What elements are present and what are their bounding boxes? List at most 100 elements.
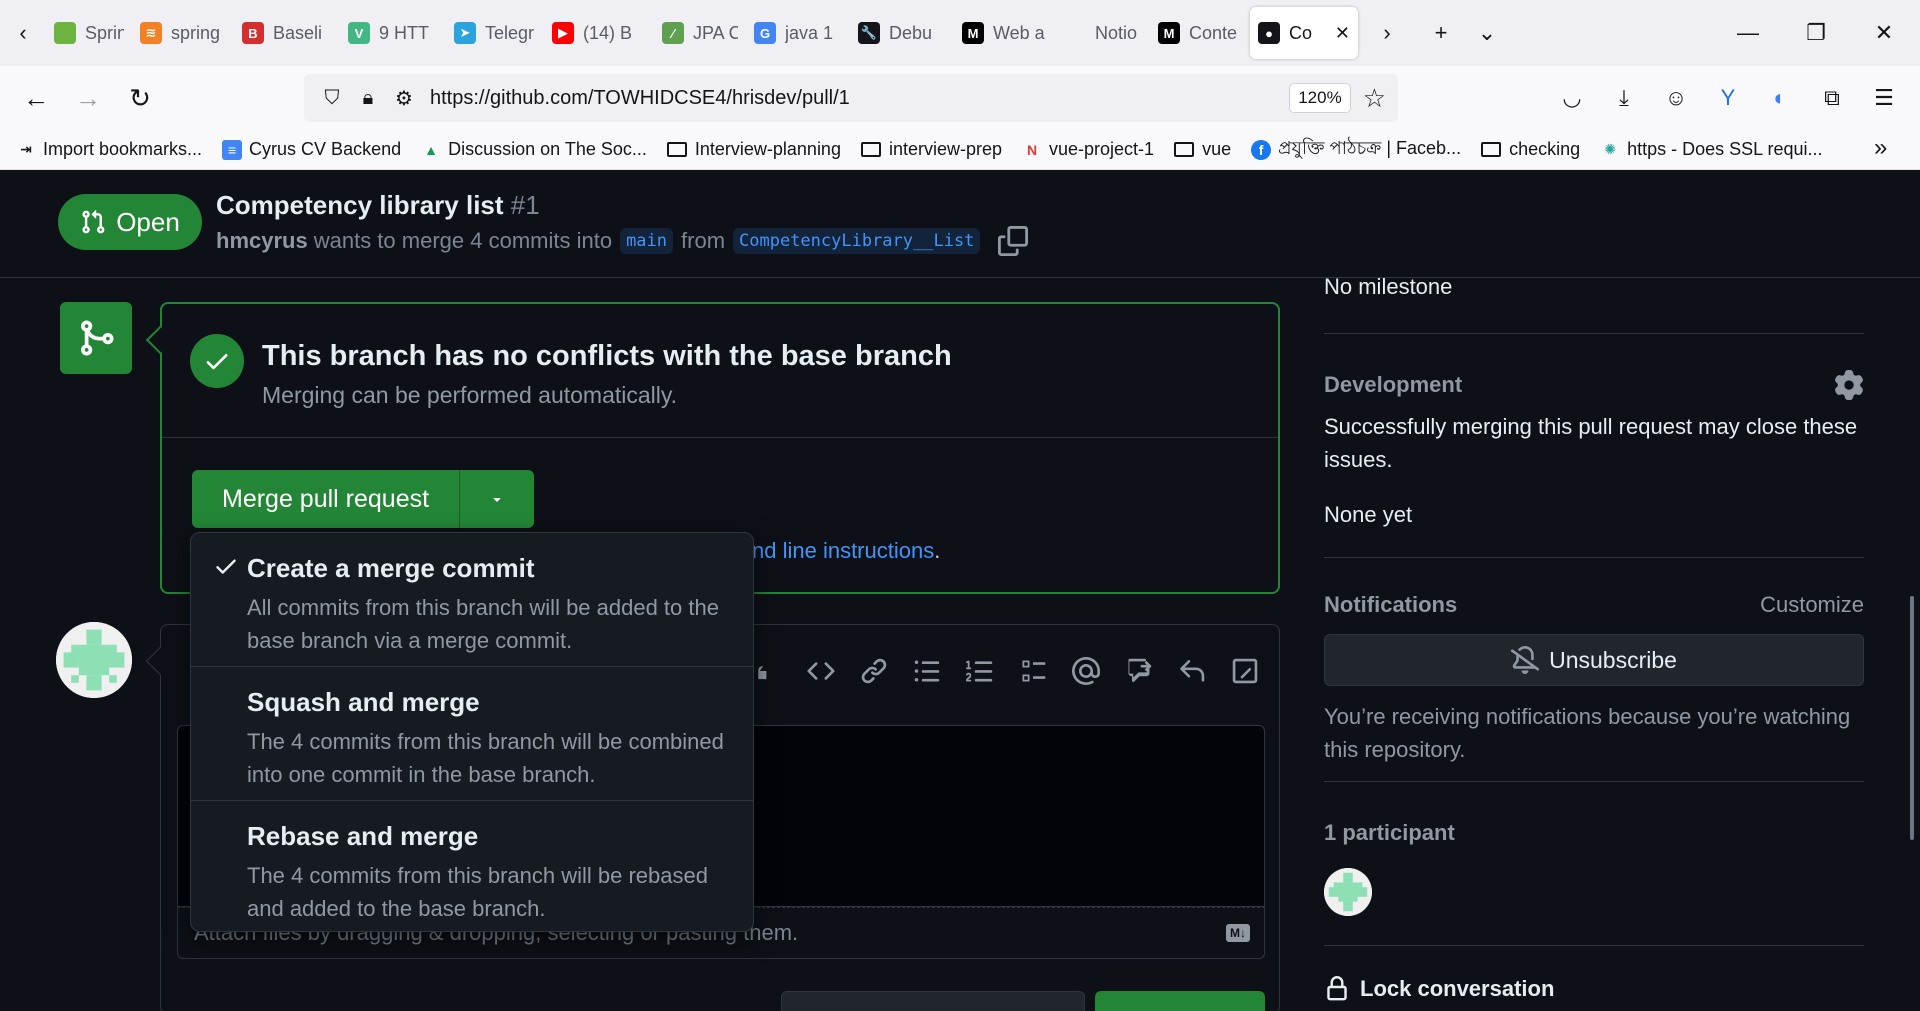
browser-tab[interactable]: ▶ (14) B bbox=[544, 7, 654, 59]
bookmark-item[interactable]: ▲ Discussion on The Soc... bbox=[421, 139, 647, 160]
copy-icon[interactable] bbox=[998, 226, 1029, 256]
browser-tab[interactable]: ⁄ JPA C bbox=[654, 7, 746, 59]
user-avatar[interactable] bbox=[56, 622, 132, 698]
permissions-icon[interactable]: ⚙︎ bbox=[386, 86, 422, 111]
extensions-icon[interactable]: ⧉ bbox=[1806, 72, 1858, 124]
forward-icon[interactable]: → bbox=[62, 72, 114, 124]
tracking-shield-icon[interactable]: ⛉ bbox=[314, 87, 350, 110]
bookmark-item[interactable]: ≡ Cyrus CV Backend bbox=[222, 139, 401, 160]
browser-tab[interactable]: B Baseli bbox=[234, 7, 340, 59]
pr-state-label: Open bbox=[116, 206, 180, 237]
merge-method-dropdown-button[interactable] bbox=[460, 470, 534, 528]
pr-state-badge: Open bbox=[58, 194, 202, 250]
milestone-section: No milestone bbox=[1324, 270, 1864, 334]
head-branch[interactable]: CompetencyLibrary__List bbox=[733, 228, 981, 254]
bookmark-label: vue-project-1 bbox=[1049, 139, 1155, 159]
more-bookmarks-icon[interactable]: » bbox=[1874, 134, 1887, 162]
browser-tab[interactable]: Gjava 1 bbox=[746, 7, 850, 59]
notifications-heading: Notifications bbox=[1324, 592, 1458, 617]
reply-icon[interactable] bbox=[1165, 651, 1218, 691]
close-pull-request-button[interactable] bbox=[781, 991, 1085, 1011]
comment-button[interactable] bbox=[1095, 991, 1265, 1011]
address-bar[interactable]: ⛉ 🔒︎ ⚙︎ https://github.com/TOWHIDCSE4/hr… bbox=[304, 74, 1398, 122]
bookmark-item[interactable]: checking bbox=[1481, 139, 1580, 160]
cross-reference-icon[interactable] bbox=[1112, 651, 1165, 691]
gear-icon[interactable] bbox=[1834, 370, 1864, 400]
browser-tab[interactable]: ≋ spring bbox=[132, 7, 234, 59]
merge-method-description: All commits from this branch will be add… bbox=[247, 595, 719, 653]
participant-avatar[interactable] bbox=[1324, 868, 1372, 916]
import-icon: ⇥ bbox=[20, 141, 32, 157]
downloads-icon[interactable]: ⤓ bbox=[1598, 72, 1650, 124]
bookmark-item[interactable]: f প্রযুক্তি পাঠচক্র | Faceb... bbox=[1251, 134, 1461, 165]
browser-tab[interactable]: ➤ Telegr bbox=[446, 7, 544, 59]
close-window-icon[interactable]: ✕ bbox=[1850, 0, 1918, 66]
browser-tab[interactable]: M Conte bbox=[1150, 7, 1250, 59]
zoom-level[interactable]: 120% bbox=[1289, 83, 1351, 113]
browser-tab[interactable]: 🔧 Debu bbox=[850, 7, 954, 59]
folder-icon bbox=[1174, 142, 1195, 157]
ssl-site-icon: ✺ bbox=[1604, 141, 1616, 157]
unsubscribe-button[interactable]: Unsubscribe bbox=[1324, 634, 1864, 686]
bookmark-item[interactable]: interview-prep bbox=[860, 139, 1002, 160]
browser-tab[interactable]: M Web a bbox=[954, 7, 1056, 59]
back-icon[interactable]: ← bbox=[10, 72, 62, 124]
markdown-toolbar bbox=[741, 651, 1271, 691]
browser-tab[interactable]: Notio bbox=[1056, 7, 1150, 59]
profile-extension-icon[interactable]: ☺ bbox=[1650, 72, 1702, 124]
bookmark-star-icon[interactable]: ☆ bbox=[1363, 83, 1386, 114]
page-scrollbar[interactable] bbox=[1910, 596, 1914, 840]
mention-icon[interactable] bbox=[1059, 651, 1112, 691]
extension-feather-icon[interactable]: ◐ bbox=[1754, 72, 1806, 124]
ordered-list-icon[interactable] bbox=[953, 651, 1006, 691]
lock-conversation-link[interactable]: Lock conversation bbox=[1324, 976, 1554, 1002]
tab-scroll-right-icon[interactable]: › bbox=[1364, 7, 1410, 59]
comment-form-pointer bbox=[145, 646, 175, 676]
pr-author[interactable]: hmcyrus bbox=[216, 228, 308, 254]
merge-method-title: Squash and merge bbox=[247, 687, 480, 717]
base-branch[interactable]: main bbox=[620, 228, 674, 254]
development-heading[interactable]: Development bbox=[1324, 372, 1462, 398]
browser-tab-label: Notio bbox=[1095, 22, 1138, 43]
n-logo-icon: N bbox=[1026, 141, 1038, 158]
browser-tab[interactable]: Spring bbox=[46, 7, 132, 59]
task-list-icon[interactable] bbox=[1006, 651, 1059, 691]
new-tab-icon[interactable]: + bbox=[1418, 7, 1464, 59]
unordered-list-icon[interactable] bbox=[900, 651, 953, 691]
bookmark-item[interactable]: Nvue-project-1 bbox=[1022, 139, 1154, 160]
code-icon[interactable] bbox=[794, 651, 847, 691]
link-icon[interactable] bbox=[847, 651, 900, 691]
close-tab-icon[interactable]: ✕ bbox=[1335, 23, 1350, 44]
restore-window-icon[interactable]: ❐ bbox=[1782, 0, 1850, 66]
customize-link[interactable]: Customize bbox=[1760, 588, 1864, 621]
notifications-text: You’re receiving notifications because y… bbox=[1324, 704, 1851, 762]
browser-tab-label: Web a bbox=[993, 22, 1045, 43]
bookmark-item[interactable]: ✺ https - Does SSL requi... bbox=[1600, 139, 1822, 160]
browser-nav-bar: ← → ↻ ⛉ 🔒︎ ⚙︎ https://github.com/TOWHIDC… bbox=[0, 66, 1920, 130]
slash-commands-icon[interactable] bbox=[1218, 651, 1271, 691]
pr-title[interactable]: Competency library list #1 bbox=[216, 190, 540, 221]
bookmark-item[interactable]: vue bbox=[1174, 139, 1231, 160]
minimize-window-icon[interactable]: — bbox=[1714, 0, 1782, 66]
merge-timeline-icon bbox=[60, 302, 132, 374]
list-all-tabs-icon[interactable]: ⌄ bbox=[1464, 7, 1510, 59]
merge-method-option[interactable]: Squash and merge The 4 commits from this … bbox=[191, 667, 753, 801]
merge-method-option[interactable]: Create a merge commit All commits from th… bbox=[191, 533, 753, 667]
browser-tab[interactable]: V 9 HTT bbox=[340, 7, 446, 59]
extension-y-icon[interactable]: Y bbox=[1702, 72, 1754, 124]
browser-tab[interactable]: ● Co ✕ bbox=[1250, 7, 1358, 59]
lock-icon[interactable]: 🔒︎ bbox=[350, 87, 386, 110]
pocket-icon[interactable]: ◡ bbox=[1546, 72, 1598, 124]
bookmark-item[interactable]: ⇥ Import bookmarks... bbox=[16, 139, 202, 160]
merge-method-description: The 4 commits from this branch will be r… bbox=[247, 863, 708, 921]
bookmark-item[interactable]: Interview-planning bbox=[666, 139, 841, 160]
reload-icon[interactable]: ↻ bbox=[114, 72, 166, 124]
development-section: Development Successfully merging this pu… bbox=[1324, 334, 1864, 558]
command-line-link[interactable]: nd line instructions bbox=[752, 538, 934, 563]
url-text[interactable]: https://github.com/TOWHIDCSE4/hrisdev/pu… bbox=[430, 87, 1289, 110]
tab-scroll-left-icon[interactable]: ‹ bbox=[0, 7, 46, 59]
app-menu-icon[interactable]: ☰ bbox=[1858, 72, 1910, 124]
merge-pull-request-button[interactable]: Merge pull request bbox=[192, 470, 461, 528]
merge-method-option[interactable]: Rebase and merge The 4 commits from this … bbox=[191, 801, 753, 931]
pr-meta: hmcyrus wants to merge 4 commits into ma… bbox=[216, 226, 1029, 256]
